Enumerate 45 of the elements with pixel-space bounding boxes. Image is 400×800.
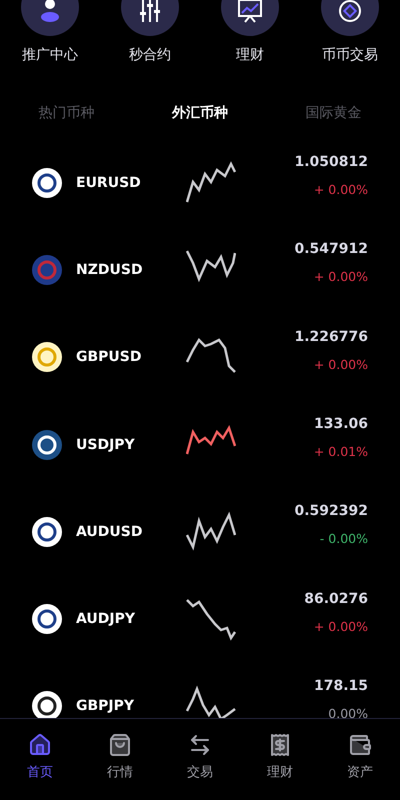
- chart-board-icon: [237, 0, 263, 24]
- change-text: 0.00%: [328, 706, 368, 721]
- nav-tab[interactable]: 交易: [160, 733, 240, 781]
- shortcut-label: 理财: [236, 46, 264, 64]
- pair-symbol: GBPUSD: [76, 349, 142, 366]
- price-text: 1.050812: [294, 154, 368, 170]
- pair-symbol: USDJPY: [76, 436, 136, 453]
- coin-icon: [32, 342, 62, 372]
- pair-symbol: GBPJPY: [76, 698, 136, 714]
- pair-symbol: EURUSD: [76, 174, 142, 191]
- nav-tab[interactable]: 理财: [240, 733, 320, 781]
- nav-tab[interactable]: 资产: [320, 733, 400, 781]
- price-text: 0.592392: [294, 503, 368, 520]
- shortcut-label: 秒合约: [129, 46, 171, 64]
- pair-symbol: AUDJPY: [76, 611, 136, 628]
- change-text: + 0.00%: [314, 182, 368, 198]
- change-text: + 0.00%: [314, 618, 368, 634]
- pair-symbol: AUDUSD: [76, 524, 144, 540]
- price-text: 86.0276: [304, 590, 368, 607]
- change-text: - 0.00%: [320, 531, 368, 546]
- nav-tab[interactable]: 首页: [0, 733, 80, 781]
- change-text: + 0.00%: [314, 356, 368, 372]
- price-text: 1.226776: [294, 328, 368, 345]
- receipt-icon: [268, 733, 292, 757]
- shortcut-label: 币币交易: [322, 46, 378, 64]
- coin-icon: [32, 516, 62, 547]
- coin-icon: [32, 254, 62, 285]
- coin-icon: [32, 604, 62, 634]
- shortcut-label: 推广中心: [22, 46, 78, 64]
- bag-icon: [108, 733, 132, 757]
- change-text: + 0.00%: [314, 269, 368, 284]
- category-tab[interactable]: 外汇币种: [133, 98, 267, 128]
- price-text: 178.15: [314, 678, 368, 694]
- coin-icon: [32, 168, 62, 198]
- price-text: 0.547912: [294, 241, 368, 258]
- sliders-icon: [137, 0, 163, 24]
- nav-tab[interactable]: 行情: [80, 733, 160, 781]
- wallet-icon: [348, 733, 372, 757]
- change-text: + 0.01%: [314, 444, 368, 460]
- price-text: 133.06: [314, 416, 368, 432]
- coin-ring-icon: [337, 0, 363, 24]
- swap-icon: [188, 733, 212, 757]
- home-icon: [28, 733, 52, 757]
- coin-icon: [32, 430, 62, 460]
- pair-symbol: NZDUSD: [76, 262, 144, 278]
